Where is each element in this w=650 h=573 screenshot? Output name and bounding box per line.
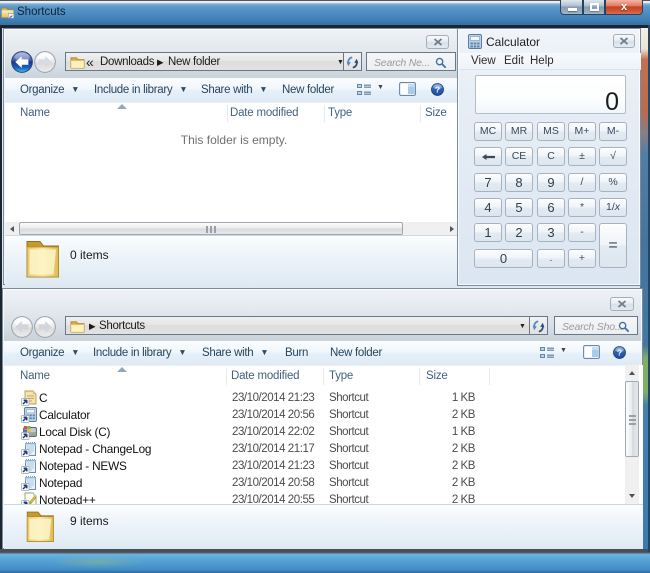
svg-text:?: ? [617, 348, 622, 358]
svg-text:?: ? [435, 85, 440, 95]
